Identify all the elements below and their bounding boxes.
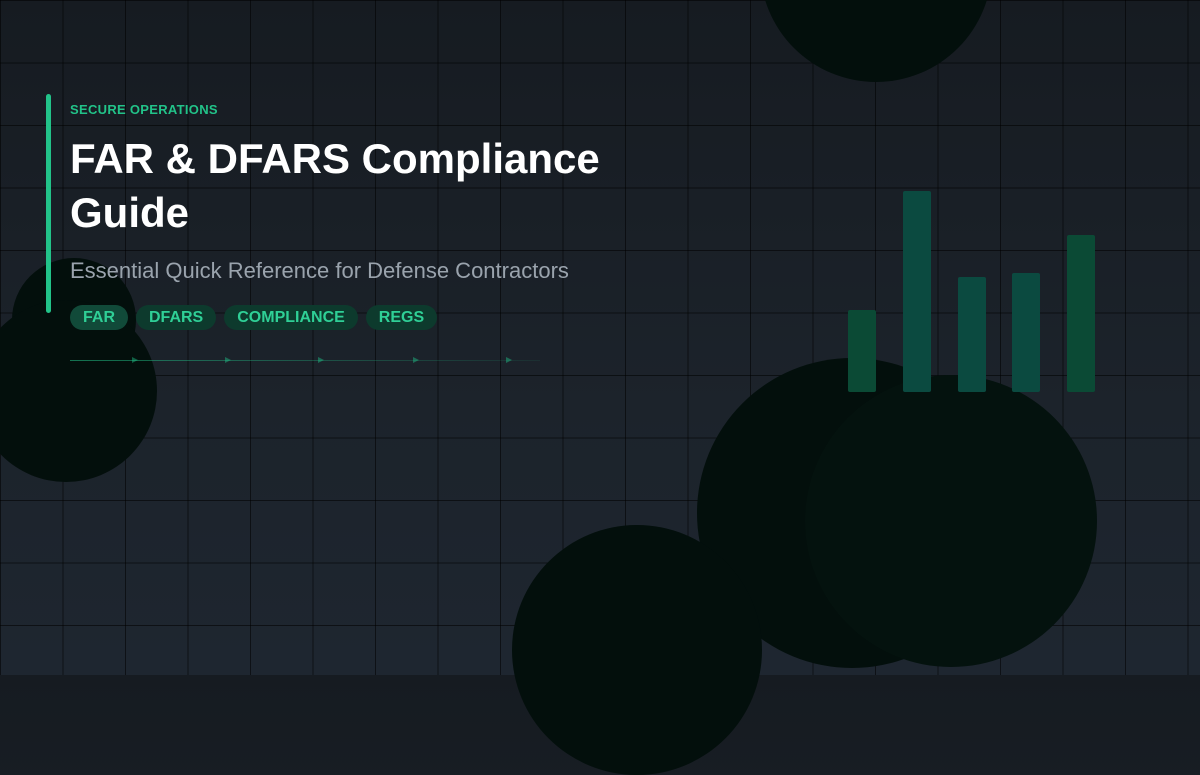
eyebrow-label: SECURE OPERATIONS: [70, 102, 218, 117]
arrow-marker-icon: [318, 357, 324, 363]
decorative-bar-graphic: [840, 180, 1110, 392]
decorative-bar: [1067, 235, 1095, 392]
page-subtitle: Essential Quick Reference for Defense Co…: [70, 258, 569, 283]
decorative-bar: [1012, 273, 1041, 392]
decorative-bar: [848, 310, 876, 392]
arrow-marker-icon: [506, 357, 512, 363]
tag-list: FAR DFARS COMPLIANCE REGS: [70, 305, 438, 330]
tag-regs: REGS: [365, 305, 438, 330]
decorative-circle: [805, 375, 1097, 667]
decorative-bar: [957, 277, 986, 392]
arrow-marker-icon: [413, 357, 419, 363]
divider-line: [70, 357, 540, 363]
arrow-marker-icon: [132, 357, 138, 363]
page-title: FAR & DFARS Compliance Guide: [70, 135, 600, 236]
arrow-marker-icon: [225, 357, 231, 363]
decorative-circle: [512, 525, 762, 775]
accent-bar: [46, 94, 51, 313]
tag-compliance: COMPLIANCE: [224, 305, 358, 330]
decorative-bar: [902, 191, 931, 392]
tag-dfars: DFARS: [136, 305, 217, 330]
tag-far: FAR: [70, 305, 128, 330]
